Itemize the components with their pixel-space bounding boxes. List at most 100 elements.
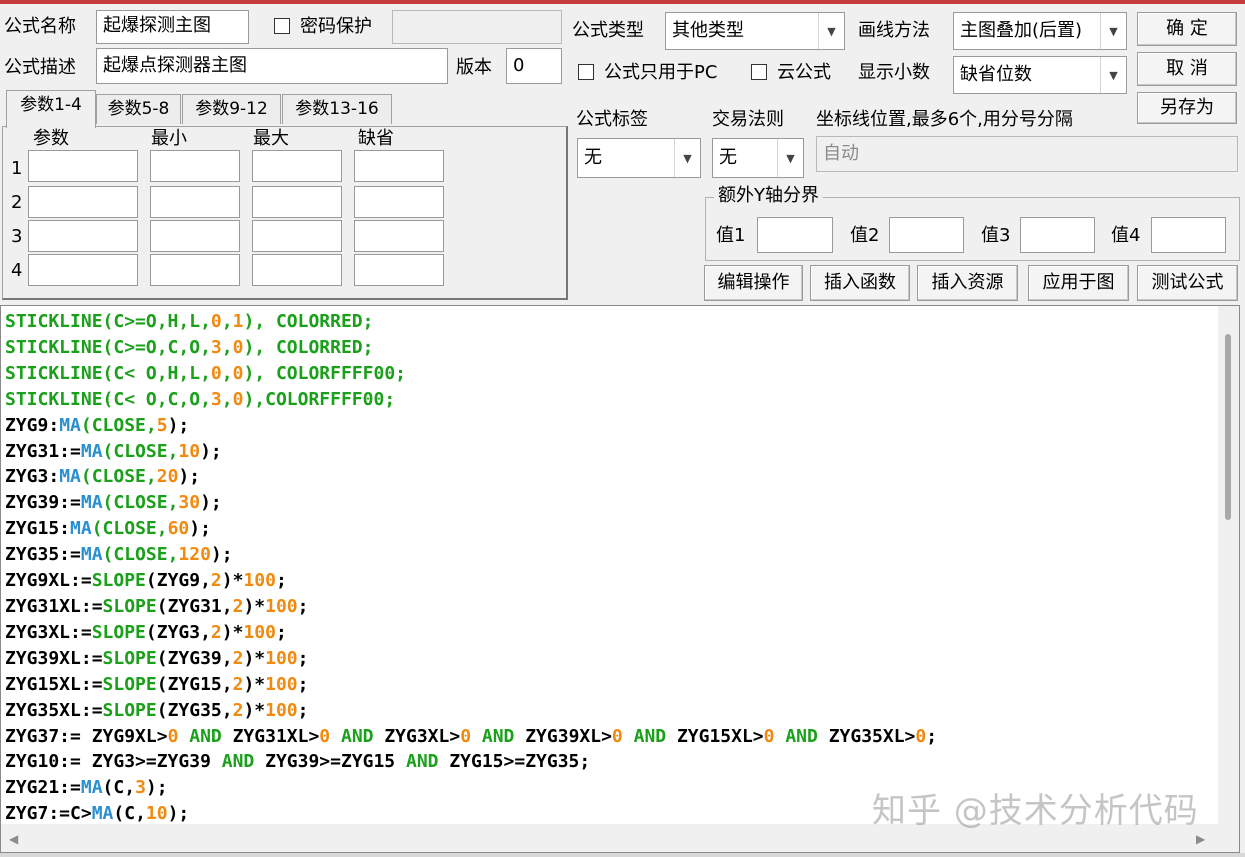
insert-function-button[interactable]: 插入函数 (810, 265, 910, 301)
param-1-max-input[interactable] (252, 150, 342, 182)
decimals-label: 显示小数 (858, 62, 930, 83)
chevron-down-icon[interactable]: ▼ (1100, 13, 1126, 49)
param-row-index: 2 (11, 192, 23, 213)
param-4-default-input[interactable] (354, 254, 444, 286)
param-3-default-input[interactable] (354, 220, 444, 252)
extra-y-label-2: 值2 (850, 225, 880, 246)
tab-params-9-12[interactable]: 参数9-12 (182, 94, 281, 124)
password-label: 密码保护 (300, 16, 372, 37)
extra-y-value-1-input[interactable] (757, 217, 833, 253)
param-row-index: 4 (11, 260, 23, 281)
param-2-min-input[interactable] (150, 186, 240, 218)
code-line: STICKLINE(C>=O,H,L,0,1), COLORRED; (5, 311, 374, 332)
param-header-name: 参数 (33, 128, 69, 149)
extra-y-value-3-input[interactable] (1020, 217, 1095, 253)
axis-position-label: 坐标线位置,最多6个,用分号分隔 (816, 109, 1073, 130)
pc-only-label: 公式只用于PC (604, 62, 718, 83)
param-4-name-input[interactable] (28, 254, 138, 286)
param-header-max: 最大 (253, 128, 289, 149)
formula-tag-value: 无 (584, 147, 602, 168)
extra-y-value-2-input[interactable] (889, 217, 964, 253)
param-row-index: 3 (11, 226, 23, 247)
code-line: ZYG3:MA(CLOSE,20); (5, 466, 201, 488)
code-line: ZYG10:= ZYG3>=ZYG39 AND ZYG39>=ZYG15 AND… (5, 751, 591, 773)
param-1-name-input[interactable] (28, 150, 138, 182)
extra-y-value-4-input[interactable] (1151, 217, 1226, 253)
formula-tag-select[interactable]: 无 ▼ (577, 138, 701, 178)
save-as-button[interactable]: 另存为 (1137, 92, 1237, 124)
formula-type-select[interactable]: 其他类型 ▼ (665, 12, 845, 50)
param-3-max-input[interactable] (252, 220, 342, 252)
param-2-max-input[interactable] (252, 186, 342, 218)
test-formula-button[interactable]: 测试公式 (1137, 265, 1238, 301)
code-line: STICKLINE(C< O,H,L,0,0), COLORFFFF00; (5, 362, 406, 384)
tab-params-5-8[interactable]: 参数5-8 (96, 94, 181, 124)
formula-desc-input[interactable]: 起爆点探测器主图 (96, 48, 448, 84)
watermark: 知乎 @技术分析代码 (872, 791, 1199, 831)
code-line: ZYG35XL:=SLOPE(ZYG35,2)*100; (5, 699, 309, 721)
code-line: ZYG15XL:=SLOPE(ZYG15,2)*100; (5, 673, 309, 695)
params-panel: 参数 最小 最大 缺省 1 2 3 4 (2, 126, 568, 300)
code-line: ZYG35:=MA(CLOSE,120); (5, 544, 233, 566)
edit-operation-button[interactable]: 编辑操作 (704, 265, 803, 301)
param-4-max-input[interactable] (252, 254, 342, 286)
decimals-select[interactable]: 缺省位数 ▼ (953, 56, 1127, 94)
param-1-default-input[interactable] (354, 150, 444, 182)
pc-only-checkbox[interactable] (578, 64, 594, 80)
scroll-left-icon[interactable]: ◀ (9, 832, 18, 846)
insert-resource-button[interactable]: 插入资源 (917, 265, 1018, 301)
ok-button[interactable]: 确 定 (1137, 12, 1237, 46)
param-header-min: 最小 (151, 128, 187, 149)
code-line: ZYG21:=MA(C,3); (5, 777, 168, 799)
extra-y-label-4: 值4 (1111, 225, 1141, 246)
extra-y-label-1: 值1 (716, 225, 746, 246)
code-line: ZYG3XL:=SLOPE(ZYG3,2)*100; (5, 621, 287, 643)
apply-to-chart-button[interactable]: 应用于图 (1028, 265, 1129, 301)
status-bar (0, 853, 1245, 857)
vertical-scrollbar[interactable] (1218, 306, 1239, 824)
code-editor[interactable]: STICKLINE(C>=O,H,L,0,1), COLORRED; STICKL… (0, 305, 1240, 853)
formula-desc-label: 公式描述 (4, 57, 76, 78)
code-line: ZYG39:=MA(CLOSE,30); (5, 492, 222, 514)
trade-rule-value: 无 (719, 147, 737, 168)
vertical-scroll-thumb[interactable] (1225, 334, 1231, 520)
axis-position-input[interactable]: 自动 (816, 136, 1238, 172)
draw-method-select[interactable]: 主图叠加(后置) ▼ (953, 12, 1127, 50)
code-line: STICKLINE(C< O,C,O,3,0),COLORFFFF00; (5, 388, 396, 410)
password-input[interactable] (392, 10, 562, 44)
version-input[interactable]: 0 (506, 48, 562, 84)
code-line: ZYG9XL:=SLOPE(ZYG9,2)*100; (5, 570, 287, 592)
param-3-name-input[interactable] (28, 220, 138, 252)
formula-type-value: 其他类型 (672, 20, 744, 41)
chevron-down-icon[interactable]: ▼ (1100, 57, 1126, 93)
code-text[interactable]: STICKLINE(C>=O,H,L,0,1), COLORRED; STICKL… (5, 309, 937, 827)
code-line: ZYG15:MA(CLOSE,60); (5, 518, 211, 540)
param-1-min-input[interactable] (150, 150, 240, 182)
tab-params-1-4[interactable]: 参数1-4 (6, 90, 96, 128)
code-line: STICKLINE(C>=O,C,O,3,0), COLORRED; (5, 336, 374, 358)
param-row-index: 1 (11, 158, 23, 179)
param-2-name-input[interactable] (28, 186, 138, 218)
code-line: ZYG31:=MA(CLOSE,10); (5, 440, 222, 462)
trade-rule-label: 交易法则 (712, 109, 784, 130)
cancel-button[interactable]: 取 消 (1137, 52, 1237, 86)
scroll-right-icon[interactable]: ▶ (1196, 832, 1205, 846)
param-4-min-input[interactable] (150, 254, 240, 286)
window-top-border (0, 0, 1245, 4)
formula-tag-label: 公式标签 (576, 109, 648, 130)
chevron-down-icon[interactable]: ▼ (674, 139, 700, 177)
chevron-down-icon[interactable]: ▼ (818, 13, 844, 49)
tab-params-13-16[interactable]: 参数13-16 (282, 94, 392, 124)
draw-method-value: 主图叠加(后置) (960, 20, 1083, 41)
extra-y-label-3: 值3 (981, 225, 1011, 246)
cloud-label: 云公式 (777, 62, 831, 83)
code-line: ZYG37:= ZYG9XL>0 AND ZYG31XL>0 AND ZYG3X… (5, 725, 938, 747)
password-checkbox[interactable] (274, 18, 290, 34)
formula-type-label: 公式类型 (572, 20, 644, 41)
param-2-default-input[interactable] (354, 186, 444, 218)
formula-name-input[interactable]: 起爆探测主图 (96, 10, 249, 44)
cloud-checkbox[interactable] (751, 64, 767, 80)
param-3-min-input[interactable] (150, 220, 240, 252)
trade-rule-select[interactable]: 无 ▼ (712, 138, 804, 178)
chevron-down-icon[interactable]: ▼ (777, 139, 803, 177)
